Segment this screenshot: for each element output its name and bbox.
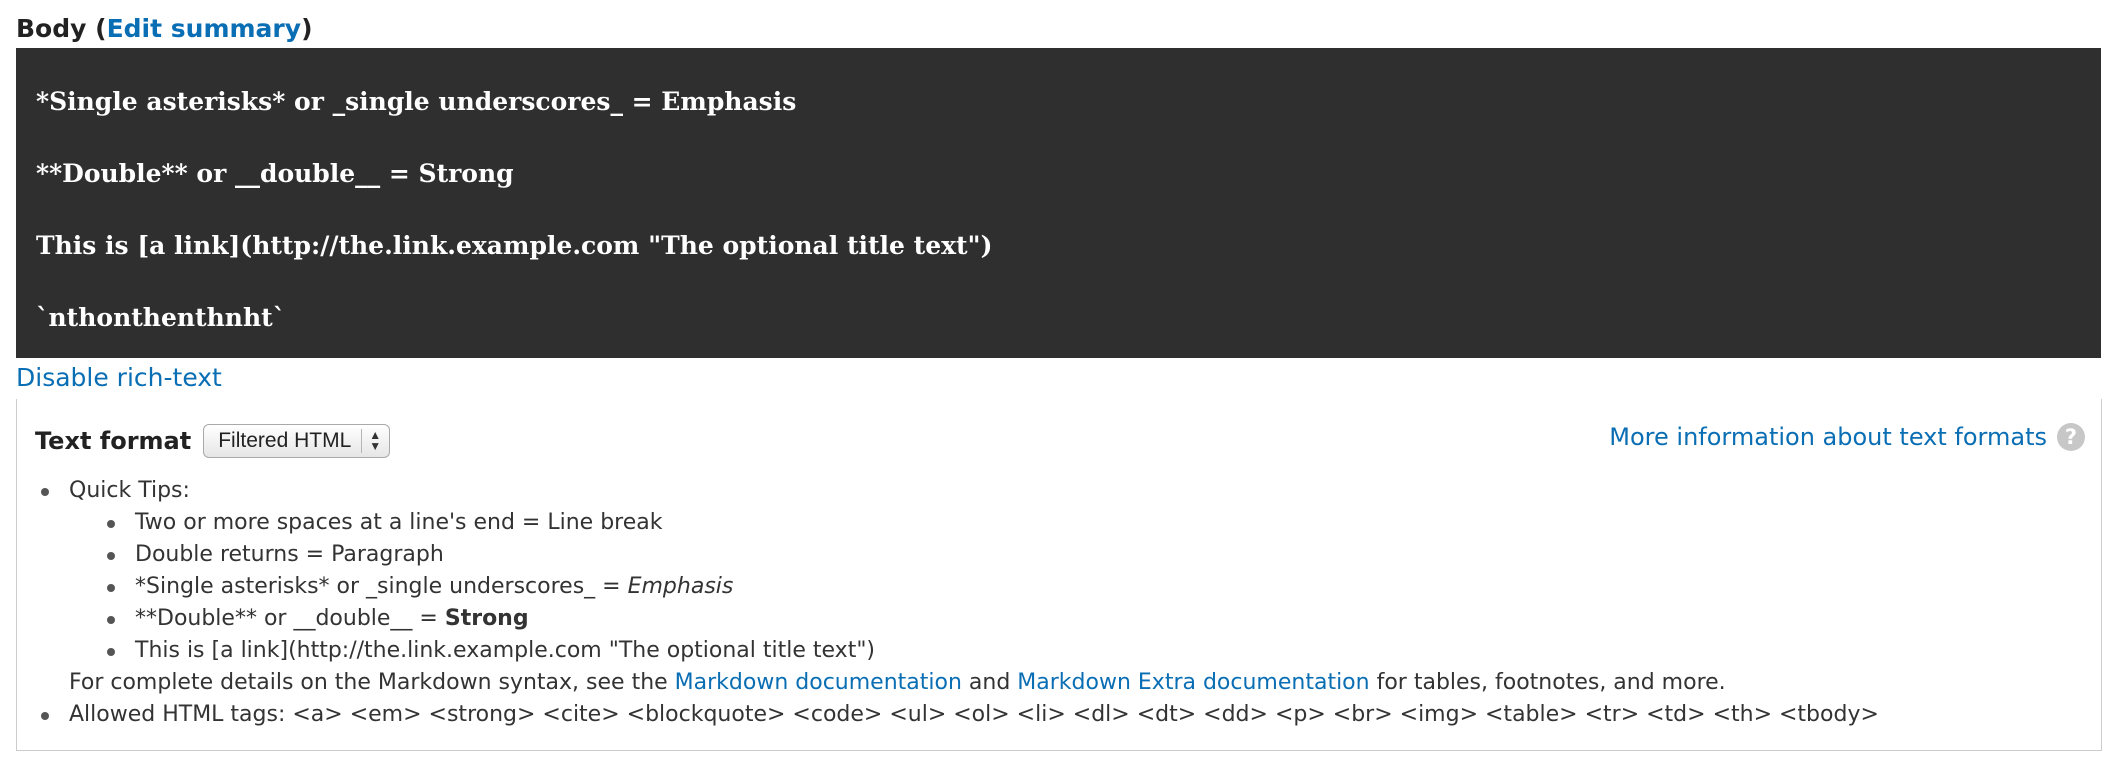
editor-line: This is [a link](http://the.link.example…	[36, 231, 993, 260]
quick-tips-list: Two or more spaces at a line's end = Lin…	[69, 507, 1879, 667]
field-label: Body (Edit summary)	[16, 14, 313, 43]
text-format-label: Text format	[35, 427, 192, 455]
tip-emphasis: *Single asterisks* or _single underscore…	[69, 571, 1879, 603]
strong-example: Strong	[444, 606, 529, 631]
text-format-panel: Text format Filtered HTML ▲ ▼ More inform…	[16, 399, 2102, 751]
more-info-link[interactable]: More information about text formats	[1609, 423, 2047, 451]
question-circle-icon[interactable]: ?	[2057, 423, 2085, 451]
markdown-documentation-link[interactable]: Markdown documentation	[675, 670, 962, 695]
rich-text-editor[interactable]: *Single asterisks* or _single underscore…	[16, 48, 2101, 358]
text-format-header: Text format Filtered HTML ▲ ▼	[35, 421, 391, 461]
editor-line: **Double** or __double__ = Strong	[36, 159, 514, 188]
tip-paragraph: Double returns = Paragraph	[69, 539, 1879, 571]
tip-link: This is [a link](http://the.link.example…	[69, 635, 1879, 667]
markdown-details: For complete details on the Markdown syn…	[69, 670, 1726, 695]
disable-rich-text-link[interactable]: Disable rich-text	[16, 361, 222, 395]
editor-line: `nthonthenthnht`	[36, 303, 286, 332]
quick-tips-item: Quick Tips: Two or more spaces at a line…	[17, 475, 1879, 699]
more-info-container: More information about text formats ?	[1609, 423, 2085, 451]
select-arrows-icon: ▲ ▼	[369, 428, 382, 453]
quick-tips-label: Quick Tips:	[69, 478, 190, 503]
editor-line: *Single asterisks* or _single underscore…	[36, 87, 797, 116]
body-label: Body	[16, 14, 87, 43]
tip-line-break: Two or more spaces at a line's end = Lin…	[69, 507, 1879, 539]
text-format-selected-value: Filtered HTML	[218, 429, 352, 452]
text-format-select[interactable]: Filtered HTML ▲ ▼	[203, 424, 391, 458]
tip-strong: **Double** or __double__ = Strong	[69, 603, 1879, 635]
select-divider	[361, 429, 363, 453]
emphasis-example: Emphasis	[627, 574, 734, 599]
format-tips: Quick Tips: Two or more spaces at a line…	[17, 475, 1879, 731]
markdown-extra-documentation-link[interactable]: Markdown Extra documentation	[1017, 670, 1369, 695]
edit-summary-link[interactable]: Edit summary	[107, 14, 301, 43]
allowed-html-tags: Allowed HTML tags: <a> <em> <strong> <ci…	[17, 699, 1879, 731]
